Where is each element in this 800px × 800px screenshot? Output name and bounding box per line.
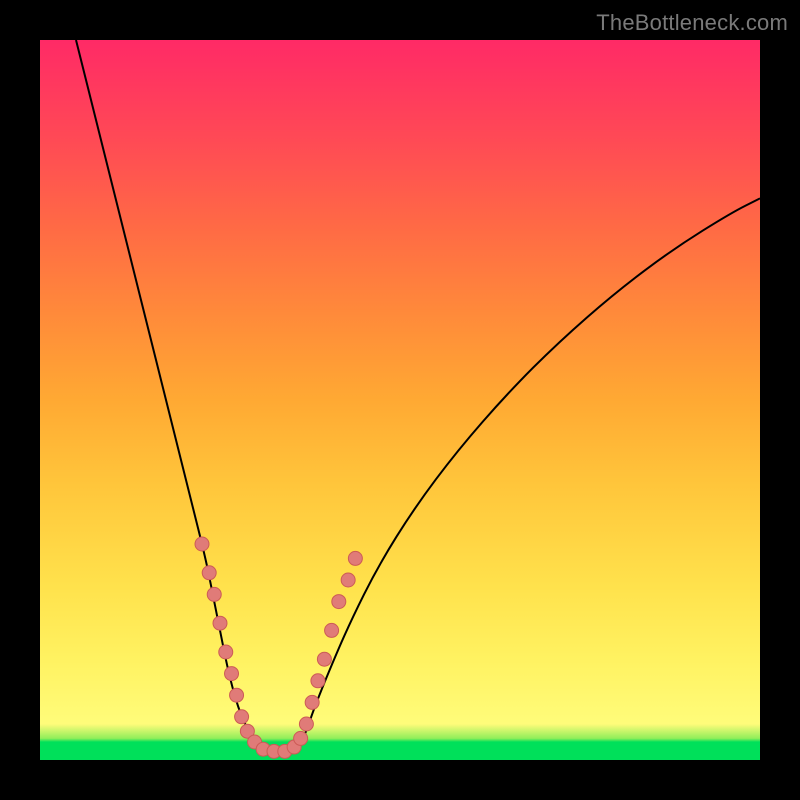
data-marker — [332, 595, 346, 609]
plot-area — [40, 40, 760, 760]
data-marker — [230, 688, 244, 702]
data-marker — [317, 652, 331, 666]
data-marker — [341, 573, 355, 587]
data-marker — [348, 551, 362, 565]
data-marker — [305, 695, 319, 709]
data-marker — [202, 566, 216, 580]
data-marker — [219, 645, 233, 659]
data-marker — [213, 616, 227, 630]
data-marker — [195, 537, 209, 551]
data-marker — [225, 667, 239, 681]
data-marker — [207, 587, 221, 601]
marker-group — [195, 537, 362, 758]
data-marker — [299, 717, 313, 731]
chart-frame: TheBottleneck.com — [0, 0, 800, 800]
curve-right — [292, 198, 760, 752]
watermark-text: TheBottleneck.com — [596, 10, 788, 36]
chart-svg — [40, 40, 760, 760]
data-marker — [294, 731, 308, 745]
data-marker — [235, 710, 249, 724]
data-marker — [325, 623, 339, 637]
data-marker — [311, 674, 325, 688]
curve-left — [76, 40, 270, 753]
